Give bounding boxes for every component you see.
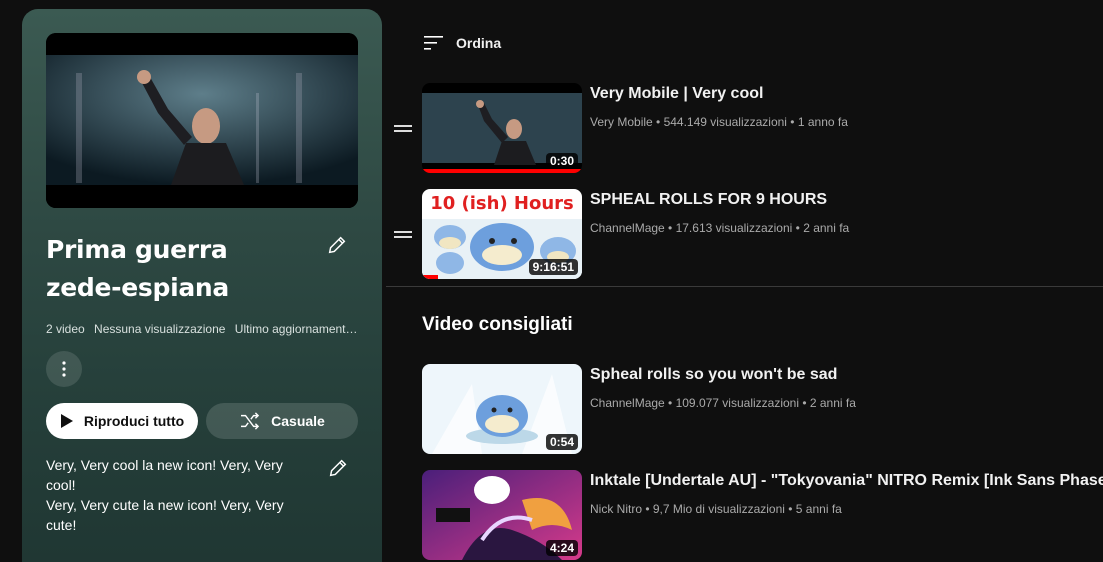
video-title[interactable]: SPHEAL ROLLS FOR 9 HOURS xyxy=(590,191,1103,209)
video-meta: Nick Nitro • 9,7 Mio di visualizzazioni … xyxy=(590,502,842,516)
playlist-panel: Prima guerra zede-espiana 2 video Nessun… xyxy=(22,9,382,562)
last-updated: Ultimo aggiornamento... xyxy=(234,322,361,336)
sort-icon xyxy=(424,36,443,50)
more-vert-icon xyxy=(62,361,66,377)
shuffle-button[interactable]: Casuale xyxy=(206,403,358,439)
playlist-thumbnail[interactable] xyxy=(46,33,358,208)
video-title[interactable]: Spheal rolls so you won't be sad xyxy=(590,366,1103,384)
video-title[interactable]: Very Mobile | Very cool xyxy=(590,85,1103,103)
play-all-label: Riproduci tutto xyxy=(83,413,185,429)
shuffle-label: Casuale xyxy=(271,413,325,429)
video-count: 2 video xyxy=(46,322,85,336)
sort-label: Ordina xyxy=(456,35,502,51)
thumbnail-caption: 10 (ish) Hours xyxy=(430,193,574,214)
video-meta: Very Mobile • 544.149 visualizzazioni • … xyxy=(590,115,848,129)
video-thumbnail[interactable]: 4:24 xyxy=(422,470,582,560)
video-thumbnail[interactable]: 0:54 xyxy=(422,364,582,454)
duration-badge: 4:24 xyxy=(545,540,578,556)
drag-handle-icon[interactable] xyxy=(394,231,412,238)
video-meta: ChannelMage • 109.077 visualizzazioni • … xyxy=(590,396,856,410)
playlist-video-row[interactable]: 0:30 Very Mobile | Very cool Very Mobile… xyxy=(394,83,1103,173)
edit-description-icon[interactable] xyxy=(327,457,349,479)
section-divider xyxy=(386,286,1103,287)
duration-badge: 0:54 xyxy=(545,434,578,450)
duration-badge: 0:30 xyxy=(545,153,578,169)
video-thumbnail[interactable]: 10 (ish) Hours 9:16:51 xyxy=(422,189,582,279)
play-all-button[interactable]: Riproduci tutto xyxy=(46,403,198,439)
recommended-video-row[interactable]: 0:54 Spheal rolls so you won't be sad Ch… xyxy=(394,364,1103,454)
video-title[interactable]: Inktale [Undertale AU] - "Tokyovania" NI… xyxy=(590,472,1103,490)
watch-progress-bar xyxy=(422,275,438,279)
recommended-heading: Video consigliati xyxy=(422,314,573,335)
video-thumbnail[interactable]: 0:30 xyxy=(422,83,582,173)
video-meta: ChannelMage • 17.613 visualizzazioni • 2… xyxy=(590,221,850,235)
duration-badge: 9:16:51 xyxy=(528,259,578,275)
shuffle-icon xyxy=(241,412,260,430)
view-count: Nessuna visualizzazione xyxy=(94,322,226,336)
watch-progress-bar xyxy=(422,169,582,173)
edit-title-icon[interactable] xyxy=(326,234,348,256)
playlist-title: Prima guerra zede-espiana xyxy=(46,235,229,302)
recommended-video-row[interactable]: 4:24 Inktale [Undertale AU] - "Tokyovani… xyxy=(394,470,1103,560)
playlist-description: Very, Very cool la new icon! Very, Very … xyxy=(46,457,284,533)
drag-handle-icon[interactable] xyxy=(394,125,412,132)
man-dancing-image xyxy=(46,33,358,208)
play-icon xyxy=(60,414,73,428)
playlist-video-row[interactable]: 10 (ish) Hours 9:16:51 SPHEAL ROLLS FOR … xyxy=(394,189,1103,279)
playlist-meta: 2 video Nessuna visualizzazione Ultimo a… xyxy=(46,322,361,336)
more-options-button[interactable] xyxy=(46,351,82,387)
sort-button[interactable]: Ordina xyxy=(424,35,501,51)
